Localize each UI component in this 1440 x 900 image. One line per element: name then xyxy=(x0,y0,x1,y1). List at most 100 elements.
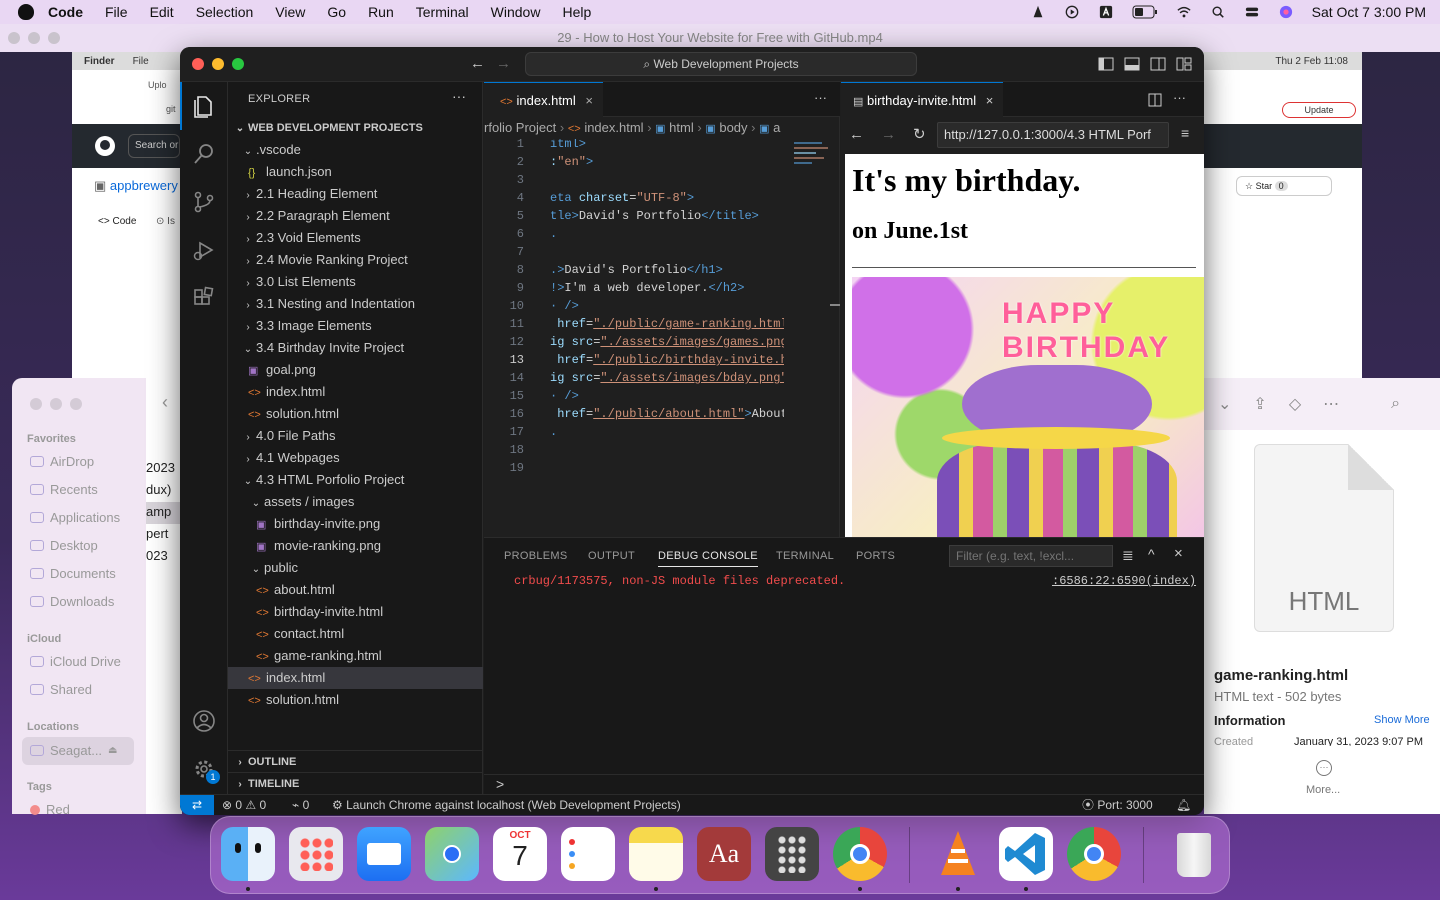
finder-shared[interactable]: Shared xyxy=(30,682,92,697)
timeline-section[interactable]: › TIMELINE xyxy=(228,772,483,794)
command-center[interactable]: ⌕ Web Development Projects xyxy=(525,52,917,76)
menu-app-name[interactable]: Code xyxy=(48,4,83,20)
maximize-window-button[interactable] xyxy=(232,58,244,70)
breadcrumb-a[interactable]: a xyxy=(773,120,780,135)
code-line[interactable]: eta charset="UTF-8"> xyxy=(550,189,694,207)
forward-arrow-icon[interactable]: → xyxy=(496,55,511,72)
spotlight-icon[interactable] xyxy=(1210,5,1226,19)
close-icon[interactable]: × xyxy=(585,93,593,108)
tree-folder[interactable]: › 2.3 Void Elements xyxy=(228,227,483,249)
code-text-area[interactable]: 1 itml> 2:"en"> 3 4 eta charset="UTF-8"> 5 tle>… xyxy=(484,139,784,537)
scrollbar-thumb[interactable] xyxy=(830,304,840,306)
code-line[interactable]: .>David's Portfolio</h1> xyxy=(550,261,723,279)
tab-output[interactable]: OUTPUT xyxy=(588,550,635,562)
vscode-dock-icon[interactable] xyxy=(999,827,1053,881)
menu-help[interactable]: Help xyxy=(562,4,591,20)
tab-debug-console[interactable]: DEBUG CONSOLE xyxy=(658,550,758,567)
outline-section[interactable]: › OUTLINE xyxy=(228,750,483,772)
tag-icon[interactable]: ◇ xyxy=(1289,394,1301,414)
minimap[interactable] xyxy=(794,139,834,179)
more-label[interactable]: More... xyxy=(1306,784,1340,796)
menu-edit[interactable]: Edit xyxy=(150,4,174,20)
code-line[interactable]: · /> xyxy=(550,387,579,405)
editor-more-actions-icon[interactable]: ··· xyxy=(814,90,827,105)
bg-update-button[interactable]: Update xyxy=(1282,102,1356,118)
tree-file[interactable]: <> solution.html xyxy=(228,403,483,425)
breadcrumb-folder[interactable]: rfolio Project xyxy=(484,120,556,135)
tab-ports[interactable]: PORTS xyxy=(856,550,895,562)
tree-file[interactable]: ▣ movie-ranking.png xyxy=(228,535,483,557)
tree-folder[interactable]: › 3.3 Image Elements xyxy=(228,315,483,337)
customize-layout-icon[interactable] xyxy=(1176,57,1192,71)
repo-code-tab[interactable]: <> Code xyxy=(98,216,136,227)
search-icon[interactable] xyxy=(192,142,216,166)
toggle-panel-icon[interactable] xyxy=(1124,57,1140,71)
tree-file[interactable]: <> contact.html xyxy=(228,623,483,645)
search-icon[interactable]: ⌕ xyxy=(1391,395,1400,413)
finder-seagate[interactable]: Seagat... ⏏ xyxy=(30,743,118,758)
tree-file[interactable]: <> game-ranking.html xyxy=(228,645,483,667)
forward-arrow-icon[interactable]: → xyxy=(881,126,896,143)
clear-console-icon[interactable]: ≣ xyxy=(1122,547,1134,564)
tree-folder[interactable]: › 2.1 Heading Element xyxy=(228,183,483,205)
browser-more-actions-icon[interactable]: ··· xyxy=(1173,90,1186,105)
finder-downloads[interactable]: Downloads xyxy=(30,594,114,609)
finder-desktop[interactable]: Desktop xyxy=(30,538,98,553)
code-line[interactable]: href="./public/birthday-invite.ht xyxy=(550,351,784,369)
code-line[interactable]: !>I'm a web developer.</h2> xyxy=(550,279,744,297)
code-line[interactable]: . xyxy=(550,423,557,441)
menu-view[interactable]: View xyxy=(275,4,305,20)
more-icon[interactable]: ··· xyxy=(1316,760,1332,776)
finder-applications[interactable]: Applications xyxy=(30,510,120,525)
code-line[interactable]: href="./public/about.html">About xyxy=(550,405,784,423)
problems-status[interactable]: ⊗ 0 ⚠ 0 xyxy=(222,795,266,815)
tree-file[interactable]: <> about.html xyxy=(228,579,483,601)
console-filter-input[interactable] xyxy=(949,545,1113,567)
notifications-bell-icon[interactable]: 🔔︎ xyxy=(1176,795,1191,815)
close-panel-icon[interactable]: × xyxy=(1174,545,1183,562)
tree-folder[interactable]: › 3.1 Nesting and Indentation xyxy=(228,293,483,315)
launchpad-dock-icon[interactable] xyxy=(289,827,343,881)
show-more-link[interactable]: Show More xyxy=(1374,714,1430,726)
code-line[interactable]: · /> xyxy=(550,297,579,315)
mail-dock-icon[interactable] xyxy=(357,827,411,881)
workspace-root[interactable]: ⌄ WEB DEVELOPMENT PROJECTS xyxy=(228,117,483,139)
tree-folder[interactable]: ⌄ 4.3 HTML Porfolio Project xyxy=(228,469,483,491)
tree-folder[interactable]: › 4.0 File Paths xyxy=(228,425,483,447)
menu-go[interactable]: Go xyxy=(327,4,346,20)
reminders-dock-icon[interactable] xyxy=(561,827,615,881)
code-line[interactable]: . xyxy=(550,225,557,243)
remote-indicator-icon[interactable]: ⇄ xyxy=(180,795,214,815)
debug-launch-status[interactable]: ⚙ Launch Chrome against localhost (Web D… xyxy=(332,795,681,815)
star-button[interactable]: ☆ Star 0 xyxy=(1236,176,1332,196)
share-icon[interactable]: ⇪ xyxy=(1253,394,1266,414)
repo-owner-link[interactable]: ▣ appbrewery xyxy=(94,178,178,194)
code-line[interactable]: href="./public/game-ranking.html" xyxy=(550,315,784,333)
trash-dock-icon[interactable] xyxy=(1167,827,1221,881)
calculator-dock-icon[interactable] xyxy=(765,827,819,881)
video-window-controls[interactable] xyxy=(8,32,60,44)
tree-folder[interactable]: ⌄ .vscode xyxy=(228,139,483,161)
tree-file[interactable]: ▣ birthday-invite.png xyxy=(228,513,483,535)
tree-file[interactable]: {} launch.json xyxy=(228,161,483,183)
reload-icon[interactable]: ↻ xyxy=(913,125,926,143)
chevron-down-icon[interactable]: ⌄ xyxy=(1218,394,1231,414)
browser-menu-icon[interactable]: ≡ xyxy=(1181,125,1189,141)
menu-selection[interactable]: Selection xyxy=(196,4,254,20)
repo-issues-tab[interactable]: ⊙ Is xyxy=(156,216,175,227)
tree-folder[interactable]: › 2.4 Movie Ranking Project xyxy=(228,249,483,271)
finder-documents[interactable]: Documents xyxy=(30,566,116,581)
wifi-icon[interactable] xyxy=(1176,5,1192,19)
vlc-menu-icon[interactable] xyxy=(1030,5,1046,19)
toggle-primary-sidebar-icon[interactable] xyxy=(1098,57,1114,71)
tree-file[interactable]: <> index.html xyxy=(228,381,483,403)
apple-icon[interactable] xyxy=(18,4,34,20)
code-line[interactable]: itml> xyxy=(550,139,586,153)
finder-dock-icon[interactable] xyxy=(221,827,275,881)
finder-tag-red[interactable]: Red xyxy=(30,802,70,817)
finder-airdrop[interactable]: AirDrop xyxy=(30,454,94,469)
toggle-secondary-sidebar-icon[interactable] xyxy=(1150,57,1166,71)
code-line[interactable]: tle>David's Portfolio</title> xyxy=(550,207,759,225)
menu-window[interactable]: Window xyxy=(491,4,541,20)
tree-file[interactable]: ▣ goal.png xyxy=(228,359,483,381)
